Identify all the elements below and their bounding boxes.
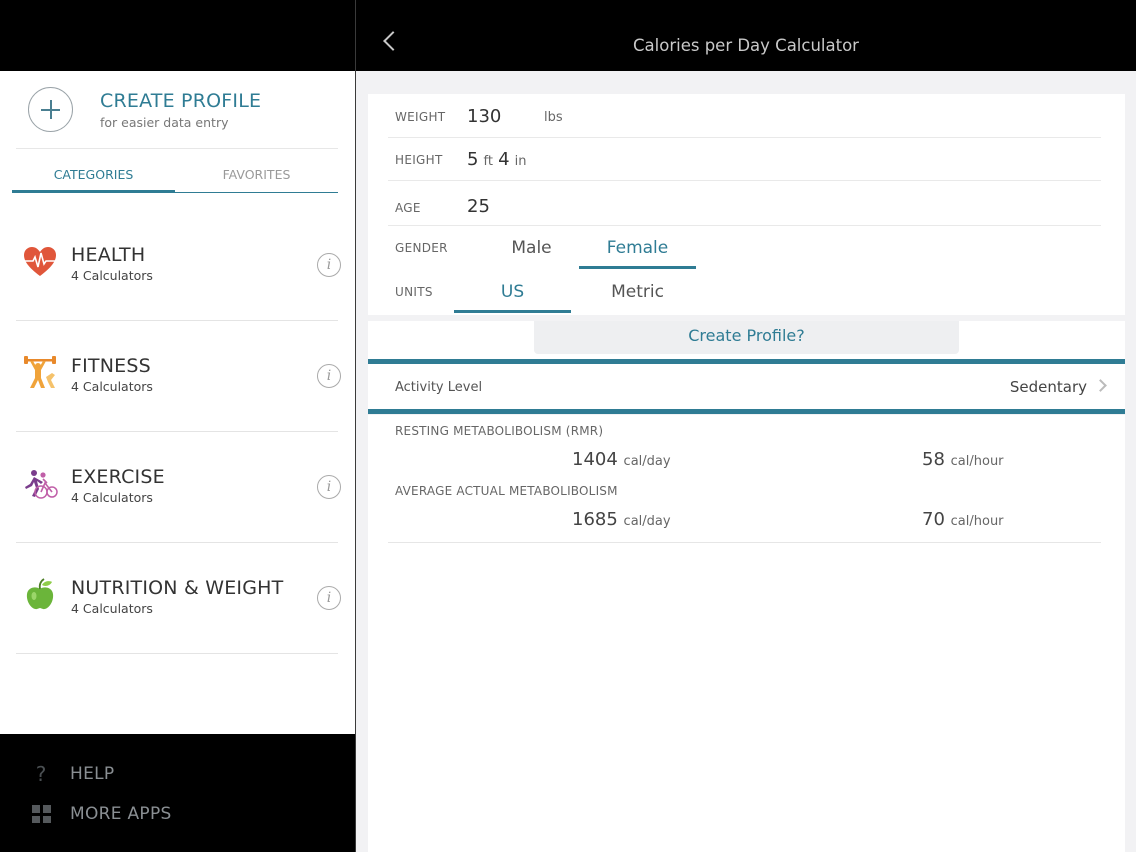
aam-per-hour: 70 cal/hour	[922, 509, 1004, 530]
rmr-per-hour: 58 cal/hour	[922, 449, 1004, 470]
create-profile-prompt-area: Create Profile?	[368, 321, 1125, 359]
weightlifter-icon	[24, 356, 56, 388]
create-profile-subtitle: for easier data entry	[100, 115, 229, 130]
more-apps-button[interactable]: MORE APPS	[32, 804, 172, 824]
help-button[interactable]: ? HELP	[32, 762, 114, 786]
input-card: WEIGHT 130 lbs HEIGHT 5 ft 4 in AGE 25 G…	[368, 94, 1125, 315]
age-row: AGE 25	[388, 182, 1101, 226]
create-profile-button[interactable]: CREATE PROFILE for easier data entry	[28, 87, 261, 132]
units-label: UNITS	[395, 285, 433, 299]
rmr-title: RESTING METABOLIBOLISM (RMR)	[395, 424, 604, 438]
divider	[16, 148, 338, 149]
height-feet: 5	[467, 149, 479, 170]
weight-row: WEIGHT 130 lbs	[388, 94, 1101, 138]
category-name: NUTRITION & WEIGHT	[71, 577, 284, 599]
height-label: HEIGHT	[395, 153, 443, 167]
category-count: 4 Calculators	[71, 601, 153, 616]
cyclist-icon	[25, 470, 58, 499]
activity-level-label: Activity Level	[395, 380, 483, 395]
info-icon[interactable]: i	[317, 253, 341, 277]
help-label: HELP	[70, 764, 115, 784]
grid-icon	[32, 805, 51, 823]
height-row: HEIGHT 5 ft 4 in	[388, 137, 1101, 181]
apple-icon	[26, 578, 54, 610]
gender-male-option[interactable]: Male	[473, 238, 590, 266]
height-field[interactable]: 5 ft 4 in	[467, 149, 527, 170]
rmr-per-hour-value: 58	[922, 449, 945, 470]
category-name: EXERCISE	[71, 466, 165, 488]
category-list: HEALTH 4 Calculators i FITNESS 4 Calcula…	[16, 210, 341, 654]
aam-per-hour-unit: cal/hour	[950, 514, 1004, 529]
rmr-per-day: 1404 cal/day	[572, 449, 671, 470]
units-us-option[interactable]: US	[454, 282, 571, 313]
category-fitness[interactable]: FITNESS 4 Calculators i	[16, 321, 341, 432]
category-name: FITNESS	[71, 355, 151, 377]
aam-title: AVERAGE ACTUAL METABOLIBOLISM	[395, 484, 618, 498]
age-field[interactable]: 25	[467, 196, 490, 217]
navigation-bar: Calories per Day Calculator	[356, 0, 1136, 71]
more-apps-label: MORE APPS	[70, 804, 172, 824]
age-label: AGE	[395, 201, 421, 215]
rmr-per-hour-unit: cal/hour	[950, 454, 1004, 469]
weight-label: WEIGHT	[395, 110, 446, 124]
aam-per-day: 1685 cal/day	[572, 509, 671, 530]
sidebar: CREATE PROFILE for easier data entry CAT…	[0, 0, 355, 852]
sidebar-divider	[355, 0, 356, 852]
activity-level-value: Sedentary	[1009, 378, 1087, 396]
aam-per-day-value: 1685	[572, 509, 618, 530]
chevron-right-icon	[1094, 379, 1107, 392]
activity-level-row[interactable]: Activity Level Sedentary	[368, 364, 1125, 410]
create-profile-prompt-button[interactable]: Create Profile?	[534, 321, 959, 354]
category-count: 4 Calculators	[71, 490, 153, 505]
sidebar-header-bar	[0, 0, 355, 71]
height-inches: 4	[498, 149, 510, 170]
info-icon[interactable]: i	[317, 364, 341, 388]
units-row: UNITS US Metric	[388, 270, 1101, 314]
inches-unit: in	[514, 154, 527, 169]
plus-icon	[28, 87, 73, 132]
accent-bar	[368, 409, 1125, 414]
heart-icon	[24, 247, 56, 276]
category-nutrition-weight[interactable]: NUTRITION & WEIGHT 4 Calculators i	[16, 543, 341, 654]
category-tabs: CATEGORIES FAVORITES	[12, 160, 338, 193]
divider	[388, 542, 1101, 543]
question-icon: ?	[35, 762, 47, 786]
tab-favorites[interactable]: FAVORITES	[175, 160, 338, 192]
gender-row: GENDER Male Female	[388, 226, 1101, 270]
gender-label: GENDER	[395, 241, 448, 255]
page-title: Calories per Day Calculator	[633, 36, 859, 55]
results-panel: RESTING METABOLIBOLISM (RMR) 1404 cal/da…	[368, 415, 1125, 852]
rmr-per-day-unit: cal/day	[623, 454, 671, 469]
category-exercise[interactable]: EXERCISE 4 Calculators i	[16, 432, 341, 543]
aam-per-day-unit: cal/day	[623, 514, 671, 529]
aam-per-hour-value: 70	[922, 509, 945, 530]
sidebar-footer: ? HELP MORE APPS	[0, 734, 355, 852]
info-icon[interactable]: i	[317, 475, 341, 499]
gender-female-option[interactable]: Female	[579, 238, 696, 269]
weight-unit: lbs	[544, 110, 563, 125]
rmr-per-day-value: 1404	[572, 449, 618, 470]
category-health[interactable]: HEALTH 4 Calculators i	[16, 210, 341, 321]
tab-categories[interactable]: CATEGORIES	[12, 160, 175, 193]
weight-field[interactable]: 130	[467, 106, 501, 127]
category-name: HEALTH	[71, 244, 146, 266]
info-icon[interactable]: i	[317, 586, 341, 610]
create-profile-title: CREATE PROFILE	[100, 90, 262, 112]
feet-unit: ft	[483, 154, 493, 169]
category-count: 4 Calculators	[71, 379, 153, 394]
category-count: 4 Calculators	[71, 268, 153, 283]
units-metric-option[interactable]: Metric	[579, 282, 696, 310]
